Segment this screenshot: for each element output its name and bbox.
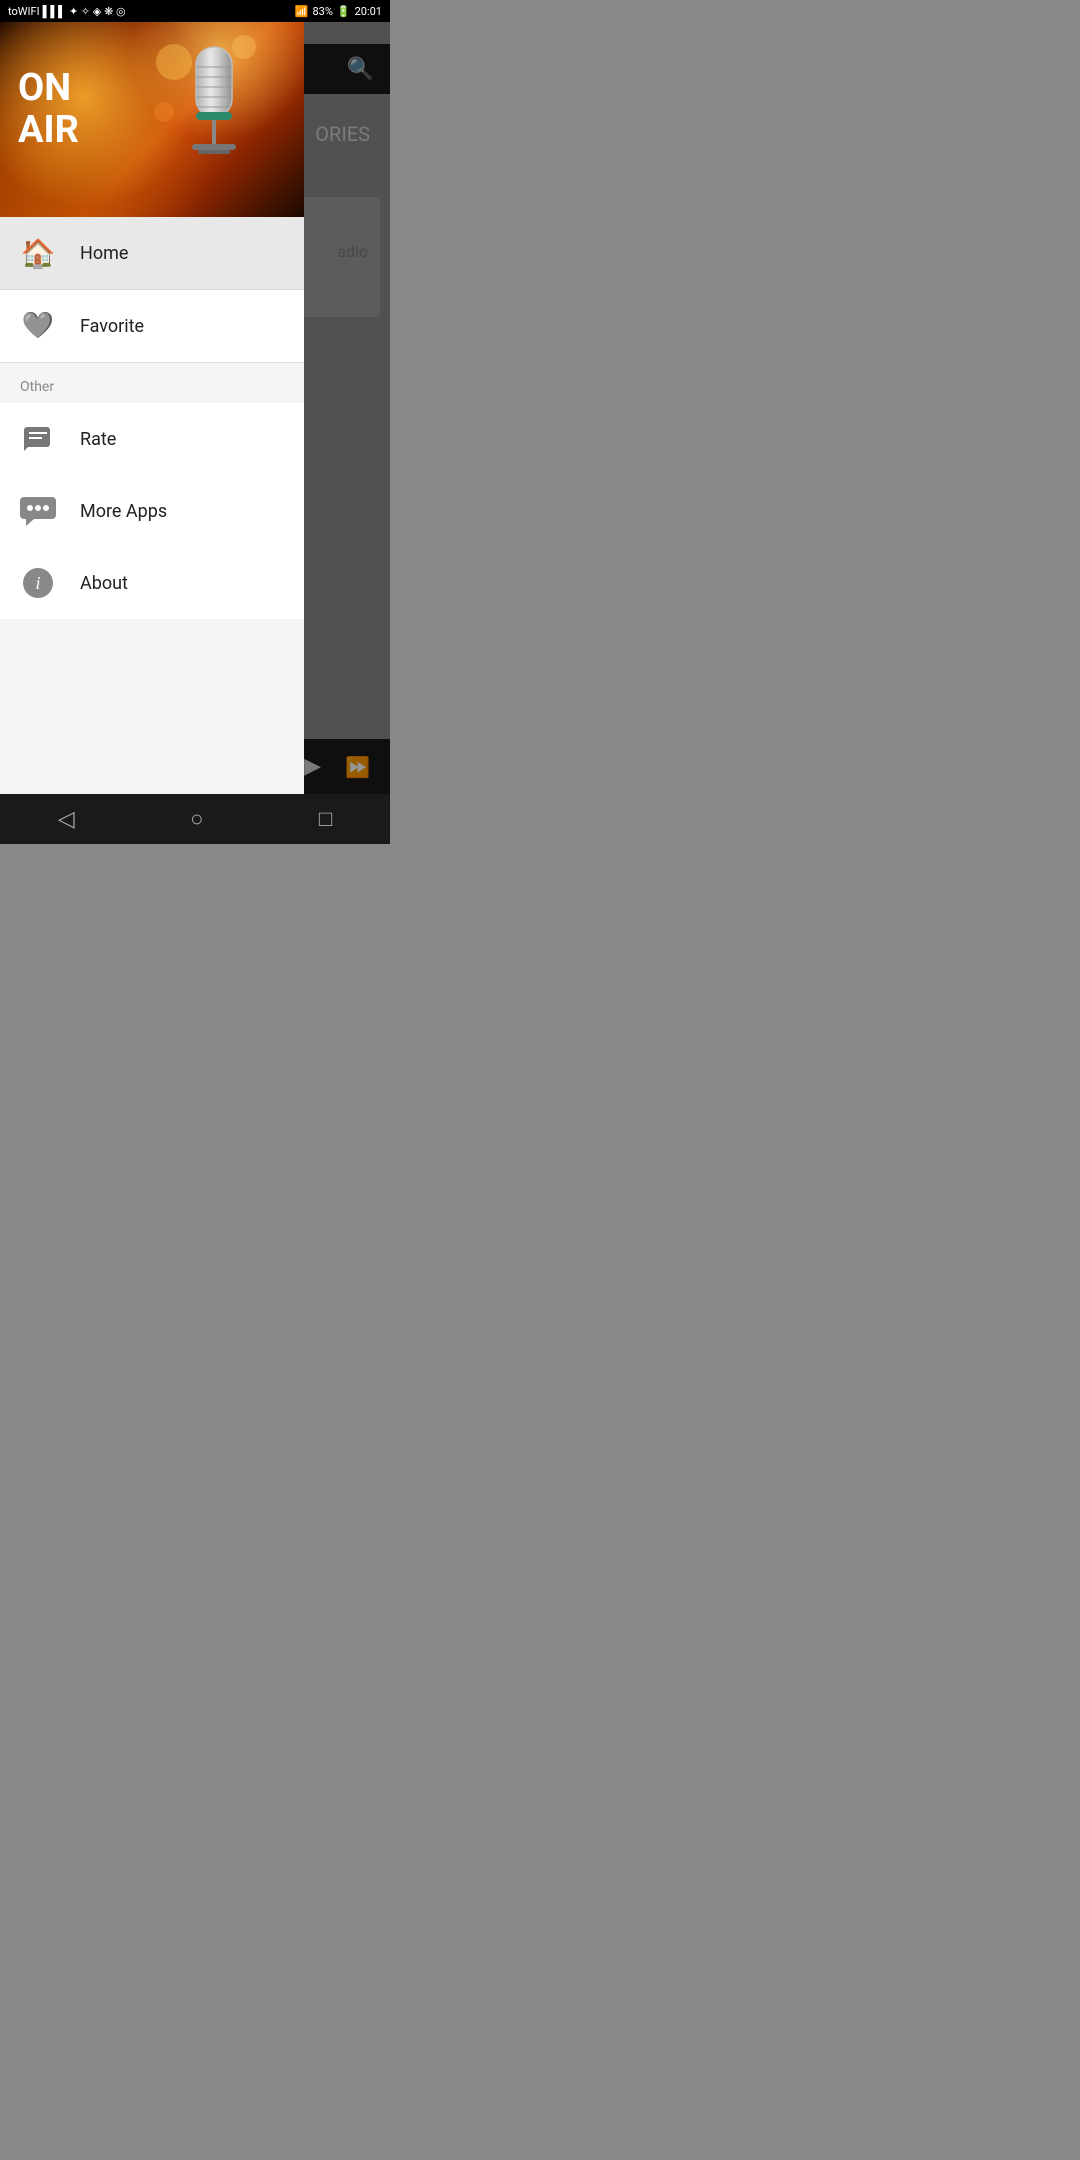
heart-icon: 🩶: [20, 308, 56, 344]
home-label: Home: [80, 243, 128, 264]
status-left: toWIFI ▌▌▌ ✦ ✧ ◈ ❋ ◎: [8, 5, 126, 18]
sidebar-item-about[interactable]: i About: [0, 547, 304, 619]
battery-label: 83%: [312, 5, 332, 18]
sidebar-item-home[interactable]: 🏠 Home: [0, 217, 304, 289]
home-button[interactable]: ○: [190, 806, 203, 832]
about-label: About: [80, 573, 128, 594]
on-air-label: ON AIR: [18, 68, 79, 152]
sidebar-item-rate[interactable]: Rate: [0, 403, 304, 475]
more-apps-icon: [20, 493, 56, 529]
recents-button[interactable]: □: [319, 806, 332, 832]
info-icon: i: [20, 565, 56, 601]
home-icon: 🏠: [20, 235, 56, 271]
drawer-shadow[interactable]: [304, 22, 390, 794]
drawer-menu: 🏠 Home 🩶 Favorite Other: [0, 217, 304, 794]
air-text: AIR: [18, 110, 79, 152]
wifi-label: toWIFI: [8, 5, 40, 18]
drawer-header: ON AIR: [0, 22, 304, 217]
signal-icon: ▌▌▌: [43, 5, 66, 18]
icons-row: ✦ ✧ ◈ ❋ ◎: [69, 5, 126, 18]
navigation-drawer: ON AIR: [0, 22, 304, 794]
back-button[interactable]: ◁: [58, 807, 75, 832]
rate-icon: [20, 421, 56, 457]
on-text: ON: [18, 68, 79, 110]
home-icon-glyph: 🏠: [21, 237, 56, 270]
status-right: 📶 83% 🔋 20:01: [295, 5, 382, 18]
favorite-label: Favorite: [80, 316, 144, 337]
sidebar-item-favorite[interactable]: 🩶 Favorite: [0, 290, 304, 362]
sidebar-item-more-apps[interactable]: More Apps: [0, 475, 304, 547]
time-label: 20:01: [355, 5, 382, 18]
nav-bar: ◁ ○ □: [0, 794, 390, 844]
status-bar: toWIFI ▌▌▌ ✦ ✧ ◈ ❋ ◎ 📶 83% 🔋 20:01: [0, 0, 390, 22]
svg-text:i: i: [35, 573, 40, 593]
wifi-icon: 📶: [295, 5, 309, 18]
other-section-label: Other: [0, 363, 304, 403]
battery-icon: 🔋: [337, 5, 351, 18]
rate-label: Rate: [80, 429, 116, 450]
microphone-image: [154, 32, 274, 207]
more-apps-label: More Apps: [80, 501, 167, 522]
heart-icon-glyph: 🩶: [22, 311, 54, 341]
